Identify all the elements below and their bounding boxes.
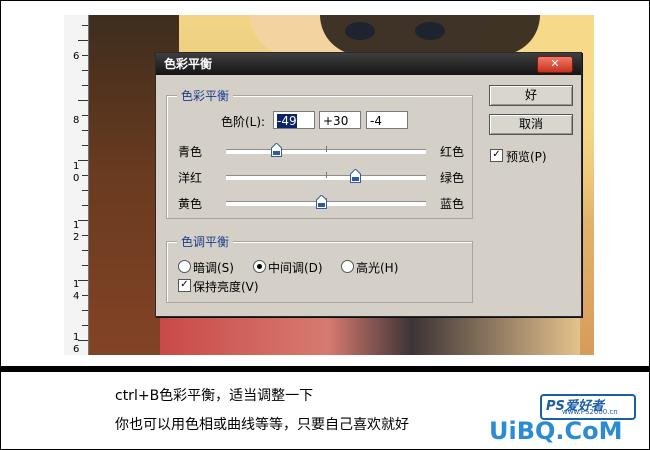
yellow-label: 黄色: [178, 197, 203, 211]
highlights-radio[interactable]: [341, 260, 354, 273]
vertical-ruler: 6 8 1 0 1 2 1 4 1 6: [64, 15, 89, 355]
ok-button[interactable]: 好: [489, 85, 573, 106]
green-label: 绿色: [440, 171, 465, 185]
preview-label[interactable]: 预览(P): [506, 148, 547, 165]
cyan-red-slider-thumb[interactable]: [271, 143, 282, 157]
magenta-label: 洋红: [178, 171, 203, 185]
slider-center-mark: [326, 146, 327, 152]
magenta-green-level-field[interactable]: +30: [319, 111, 361, 129]
ruler-label: 6: [73, 344, 80, 355]
ruler-label: 4: [73, 291, 80, 302]
cyan-red-level-field[interactable]: -49: [273, 111, 315, 129]
shadows-label[interactable]: 暗调(S): [193, 259, 234, 276]
ruler-label: 1: [73, 279, 80, 290]
close-button[interactable]: ✕: [537, 56, 573, 73]
shadows-radio[interactable]: [178, 260, 191, 273]
highlights-label[interactable]: 高光(H): [356, 259, 398, 276]
color-balance-group-label: 色彩平衡: [177, 87, 234, 104]
yellow-blue-slider-thumb[interactable]: [316, 195, 327, 209]
ruler-label: 1: [73, 332, 80, 343]
ruler-label: 6: [73, 51, 80, 62]
cyan-red-level-value: -49: [277, 114, 297, 128]
preview-checkbox[interactable]: ✓: [490, 149, 503, 162]
caption-line-1: ctrl+B色彩平衡，适当调整一下: [115, 388, 314, 404]
red-label: 红色: [440, 145, 465, 159]
dialog-title: 色彩平衡: [164, 57, 213, 71]
ruler-label: 1: [73, 161, 80, 172]
levels-label: 色阶(L):: [221, 115, 266, 129]
cancel-button[interactable]: 取消: [489, 114, 573, 135]
photo-bottom: [160, 315, 580, 355]
yellow-blue-level-field[interactable]: -4: [366, 111, 408, 129]
ruler-label: 0: [73, 173, 80, 184]
blue-label: 蓝色: [440, 197, 465, 211]
ruler-label: 1: [73, 220, 80, 231]
cyan-label: 青色: [178, 145, 203, 159]
ps-logo-url: www.PS2000.cn: [562, 408, 618, 416]
tone-balance-group-label: 色调平衡: [177, 233, 234, 250]
dialog-titlebar[interactable]: 色彩平衡 ✕: [156, 53, 581, 75]
midtones-label[interactable]: 中间调(D): [268, 259, 323, 276]
slider-center-mark: [326, 172, 327, 178]
magenta-green-slider-thumb[interactable]: [350, 169, 361, 183]
midtones-radio[interactable]: [253, 260, 266, 273]
uibq-watermark: UiBQ.CoM: [489, 417, 623, 445]
photo-eye: [415, 22, 445, 40]
color-balance-dialog: 色彩平衡 ✕ 色彩平衡 色阶(L): -49 +30 -4 青色 红色 洋红 绿…: [155, 52, 582, 317]
preserve-luminosity-label[interactable]: 保持亮度(V): [193, 278, 259, 295]
photo-eye: [345, 22, 375, 40]
preserve-luminosity-checkbox[interactable]: ✓: [178, 279, 191, 292]
section-divider: [0, 366, 650, 372]
ruler-label: 2: [73, 232, 80, 243]
caption-line-2: 你也可以用色相或曲线等等，只要自己喜欢就好: [115, 417, 409, 433]
ruler-label: 8: [73, 115, 80, 126]
